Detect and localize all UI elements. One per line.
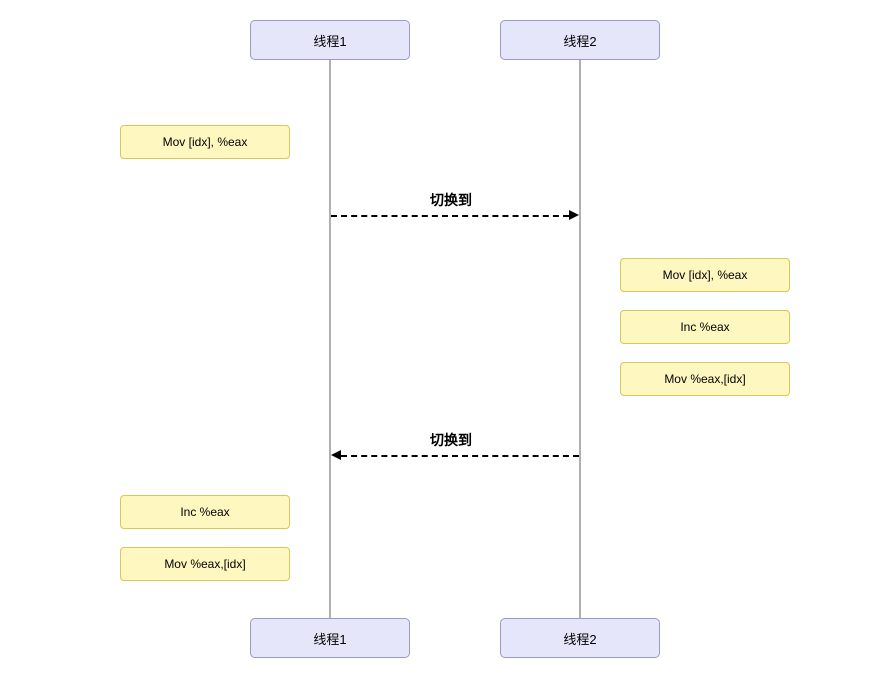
- note-text: Mov %eax,[idx]: [164, 557, 245, 571]
- note-thread1-mov-load: Mov [idx], %eax: [120, 125, 290, 159]
- arrowhead-left-icon: [331, 450, 341, 460]
- participant-thread1-top: 线程1: [250, 20, 410, 60]
- participant-thread2-top: 线程2: [500, 20, 660, 60]
- message-label-switch-2: 切换到: [430, 430, 472, 450]
- participant-label: 线程1: [313, 31, 346, 50]
- message-label-switch-1: 切换到: [430, 190, 472, 210]
- participant-label: 线程2: [563, 629, 596, 648]
- note-text: Inc %eax: [180, 505, 229, 519]
- note-text: Mov [idx], %eax: [663, 268, 748, 282]
- note-thread2-mov-store: Mov %eax,[idx]: [620, 362, 790, 396]
- note-text: Inc %eax: [680, 320, 729, 334]
- message-arrow-2: [341, 455, 579, 457]
- lifeline-thread2: [579, 60, 581, 618]
- note-thread2-mov-load: Mov [idx], %eax: [620, 258, 790, 292]
- participant-label: 线程2: [563, 31, 596, 50]
- lifeline-thread1: [329, 60, 331, 618]
- note-thread2-inc: Inc %eax: [620, 310, 790, 344]
- note-thread1-inc: Inc %eax: [120, 495, 290, 529]
- participant-thread2-bottom: 线程2: [500, 618, 660, 658]
- message-arrow-1: [331, 215, 569, 217]
- arrowhead-right-icon: [569, 210, 579, 220]
- participant-label: 线程1: [313, 629, 346, 648]
- note-text: Mov [idx], %eax: [163, 135, 248, 149]
- participant-thread1-bottom: 线程1: [250, 618, 410, 658]
- sequence-diagram: 线程1 线程2 Mov [idx], %eax 切换到 Mov [idx], %…: [0, 0, 872, 676]
- note-text: Mov %eax,[idx]: [664, 372, 745, 386]
- note-thread1-mov-store: Mov %eax,[idx]: [120, 547, 290, 581]
